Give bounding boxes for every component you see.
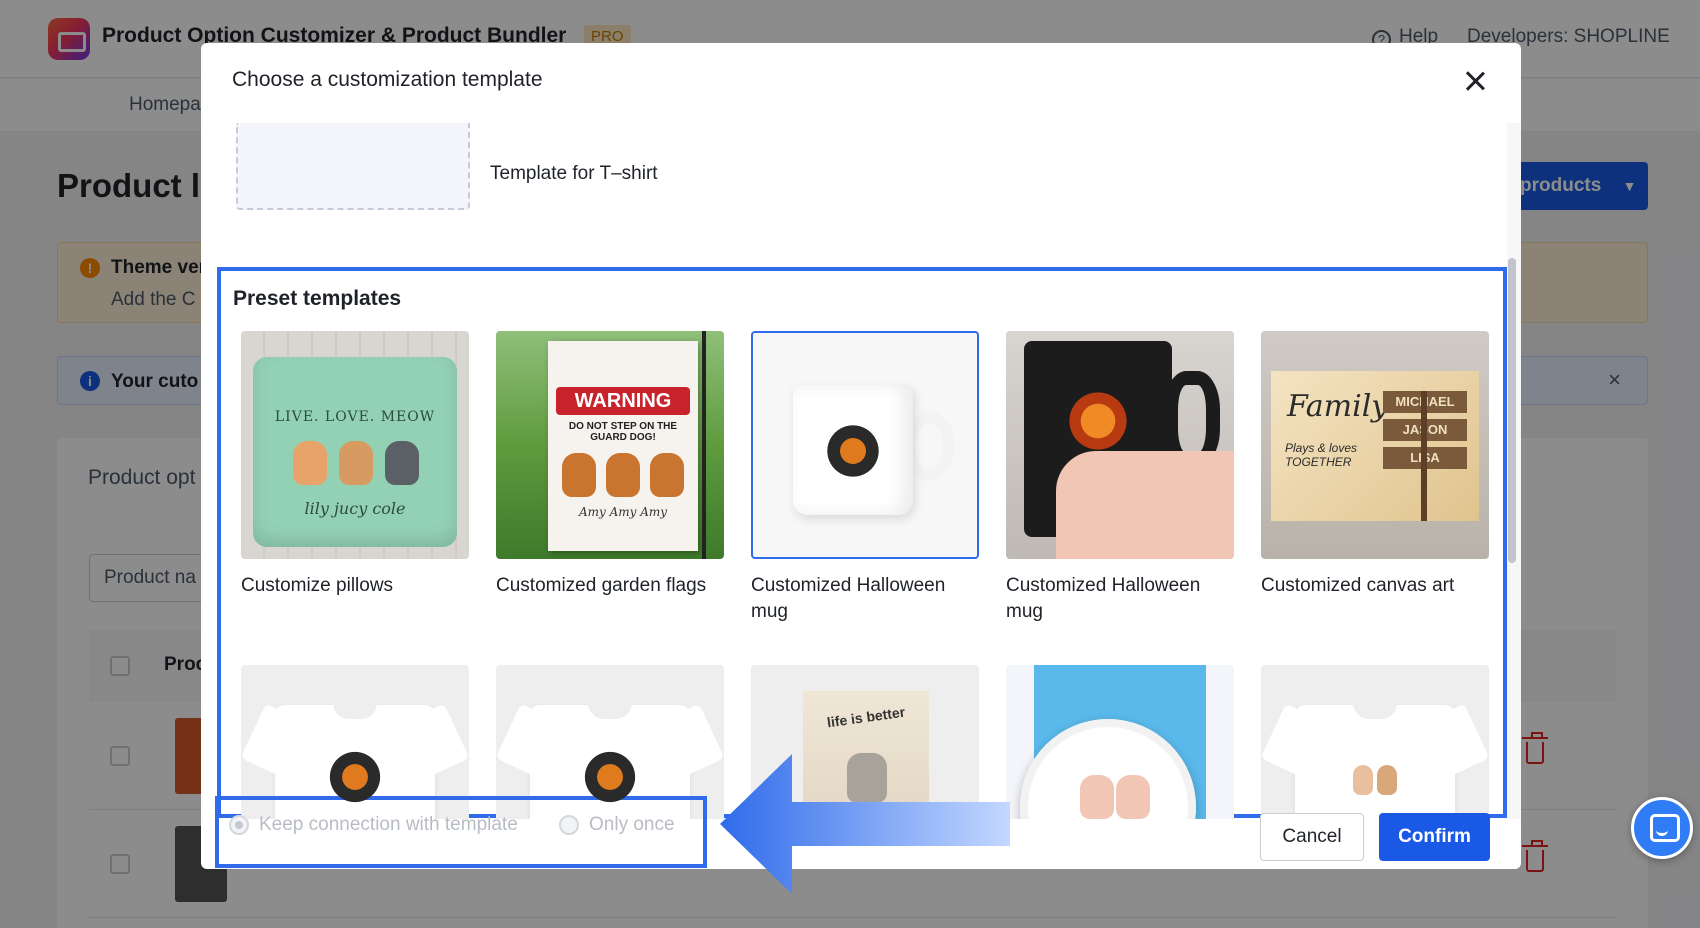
template-image bbox=[1006, 331, 1234, 559]
flag-print-text: WARNING bbox=[556, 387, 690, 415]
preset-templates-title: Preset templates bbox=[233, 287, 402, 310]
template-card-canvas-art[interactable]: Family Plays & loves TOGETHER MICHAEL JA… bbox=[1261, 331, 1491, 599]
template-card-garden-flags[interactable]: WARNING DO NOT STEP ON THE GUARD DOG! Am… bbox=[496, 331, 726, 599]
template-card-button-badge[interactable] bbox=[1006, 665, 1236, 819]
radio-label: Keep connection with template bbox=[259, 814, 518, 835]
template-image bbox=[1261, 665, 1489, 819]
template-name: Customized canvas art bbox=[1261, 575, 1455, 596]
custom-template-thumbnail[interactable] bbox=[236, 123, 470, 210]
template-image: WARNING DO NOT STEP ON THE GUARD DOG! Am… bbox=[496, 331, 724, 559]
template-modal: Choose a customization template Template… bbox=[201, 43, 1521, 869]
annotation-arrow-icon bbox=[720, 754, 1010, 894]
pillow-print-text: LIVE. LOVE. MEOW bbox=[274, 409, 436, 425]
radio-dot bbox=[229, 815, 249, 835]
template-name: Customized Halloween mug bbox=[1006, 575, 1201, 622]
scrollbar-thumb[interactable] bbox=[1508, 258, 1516, 563]
template-card-tshirt[interactable] bbox=[1261, 665, 1491, 819]
modal-title: Choose a customization template bbox=[232, 68, 543, 91]
chat-icon[interactable] bbox=[1631, 797, 1693, 859]
preset-templates-section: Preset templates LIVE. LOVE. MEOW lily j… bbox=[217, 267, 1507, 819]
canvas-print-text: Family bbox=[1287, 389, 1389, 424]
template-name: Customize pillows bbox=[241, 575, 394, 596]
flag-names-text: Amy Amy Amy bbox=[578, 505, 668, 519]
card-print-text: life is better bbox=[825, 703, 907, 731]
template-image bbox=[1006, 665, 1234, 819]
close-icon[interactable] bbox=[1459, 65, 1491, 97]
canvas-subtext: Plays & loves TOGETHER bbox=[1285, 441, 1358, 469]
sync-options-highlight: Keep connection with template Only once bbox=[215, 796, 707, 868]
confirm-button[interactable]: Confirm bbox=[1379, 813, 1490, 861]
template-card-halloween-mug-white[interactable]: Customized Halloween mug bbox=[751, 331, 981, 625]
template-name: Customized garden flags bbox=[496, 575, 707, 596]
template-name: Customized Halloween mug bbox=[751, 575, 946, 622]
custom-template-label[interactable]: Template for T–shirt bbox=[490, 163, 658, 185]
radio-keep-connection[interactable]: Keep connection with template bbox=[229, 814, 518, 836]
template-image: LIVE. LOVE. MEOW lily jucy cole bbox=[241, 331, 469, 559]
pillow-names-text: lily jucy cole bbox=[304, 499, 406, 518]
modal-scroll-body[interactable]: Template for T–shirt Preset templates LI… bbox=[201, 123, 1521, 819]
radio-label: Only once bbox=[589, 814, 675, 835]
template-image bbox=[751, 331, 979, 559]
cancel-button[interactable]: Cancel bbox=[1260, 813, 1364, 861]
template-card-halloween-mug-black[interactable]: Customized Halloween mug bbox=[1006, 331, 1236, 625]
flag-subtext: DO NOT STEP ON THE GUARD DOG! bbox=[568, 421, 678, 443]
template-card-pillows[interactable]: LIVE. LOVE. MEOW lily jucy cole Customiz… bbox=[241, 331, 471, 599]
radio-only-once[interactable]: Only once bbox=[559, 814, 675, 836]
radio-dot bbox=[559, 815, 579, 835]
template-image: Family Plays & loves TOGETHER MICHAEL JA… bbox=[1261, 331, 1489, 559]
